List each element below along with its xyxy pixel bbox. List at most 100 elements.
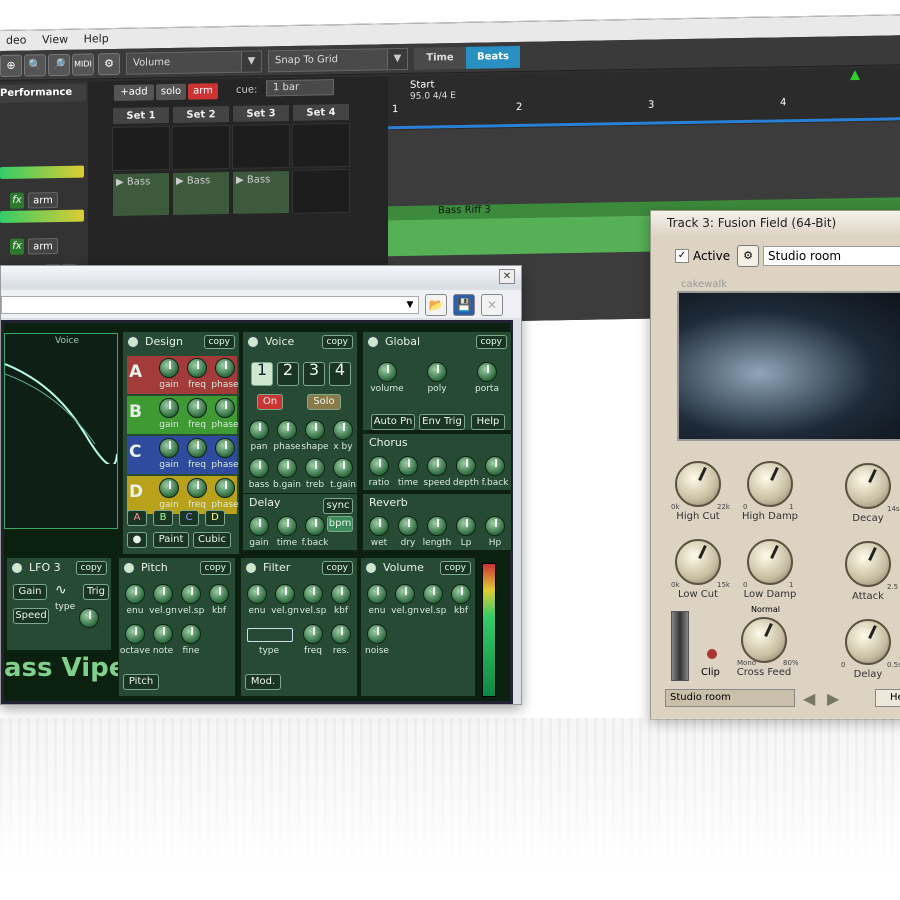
preset-dropdown[interactable]: Studio room	[763, 246, 900, 266]
knob-xby[interactable]	[333, 420, 353, 440]
loop-region[interactable]	[388, 117, 900, 130]
snap-dropdown[interactable]: Snap To Grid ▼	[268, 47, 408, 73]
zoom-in-icon[interactable]: 🔍	[24, 54, 46, 77]
clip-slot[interactable]	[112, 126, 170, 172]
paint-button[interactable]: Paint	[153, 532, 189, 548]
settings-icon[interactable]: ⚙	[737, 245, 759, 267]
knob-velsp[interactable]	[303, 584, 323, 604]
knob-gain[interactable]	[159, 358, 179, 378]
volume-dropdown[interactable]: Volume ▼	[126, 50, 262, 75]
menu-help[interactable]: Help	[78, 29, 115, 49]
power-icon[interactable]	[367, 336, 379, 348]
time-button[interactable]: Time	[414, 46, 466, 70]
knob-ratio[interactable]	[369, 456, 389, 476]
knob-speed[interactable]	[427, 456, 447, 476]
clip-slot[interactable]	[172, 124, 230, 170]
knob-Hp[interactable]	[485, 516, 505, 536]
knob-velgn[interactable]	[395, 584, 415, 604]
knob-low-cut[interactable]	[675, 539, 721, 585]
fx-button[interactable]: fx	[10, 238, 24, 255]
knob-bgain[interactable]	[277, 458, 297, 478]
midi-icon[interactable]: MIDI	[72, 53, 94, 76]
knob-gain[interactable]	[159, 438, 179, 458]
knob-phase[interactable]	[215, 478, 235, 498]
knob-high-cut[interactable]	[675, 461, 721, 507]
copy-button[interactable]: copy	[321, 561, 353, 575]
knob-tgain[interactable]	[333, 458, 353, 478]
knob-time[interactable]	[398, 456, 418, 476]
power-icon[interactable]	[11, 562, 23, 574]
knob-noise[interactable]	[367, 624, 387, 644]
knob-freq[interactable]	[187, 398, 207, 418]
knob-kbf[interactable]	[451, 584, 471, 604]
beats-button[interactable]: Beats	[466, 45, 520, 69]
auto-pan-button[interactable]: Auto Pn	[371, 414, 415, 430]
folder-icon[interactable]: 📂	[425, 294, 447, 316]
power-icon[interactable]	[127, 336, 139, 348]
arm-button[interactable]: arm	[188, 83, 218, 100]
knob-volume[interactable]	[377, 362, 397, 382]
knob-delay[interactable]	[845, 619, 891, 665]
knob-fback[interactable]	[305, 516, 325, 536]
copy-button[interactable]: copy	[199, 561, 231, 575]
next-arrow-icon[interactable]: ▶	[827, 689, 839, 708]
knob-attack[interactable]	[845, 541, 891, 587]
knob-high-damp[interactable]	[747, 461, 793, 507]
start-marker[interactable]: Start	[410, 79, 434, 90]
arm-button[interactable]: arm	[28, 237, 58, 255]
mod-button[interactable]: Mod.	[245, 674, 281, 690]
knob-decay[interactable]	[845, 463, 891, 509]
arm-button[interactable]: arm	[28, 191, 58, 209]
gear-icon[interactable]: ⚙	[98, 52, 120, 76]
voice-4-button[interactable]: 4	[329, 362, 351, 386]
power-icon[interactable]	[365, 562, 377, 574]
gain-button[interactable]: Gain	[13, 584, 47, 600]
set-4[interactable]: Set 4	[292, 102, 350, 122]
env-trig-button[interactable]: Env Trig	[419, 414, 465, 430]
lfo-knob[interactable]	[79, 608, 99, 628]
knob-shape[interactable]	[305, 420, 325, 440]
copy-button[interactable]: copy	[203, 335, 235, 349]
knob-treb[interactable]	[305, 458, 325, 478]
voice-2-button[interactable]: 2	[277, 362, 299, 386]
pitch-button[interactable]: Pitch	[123, 674, 159, 690]
knob-fback[interactable]	[485, 456, 505, 476]
zoom-icon[interactable]: ⊕	[0, 54, 22, 77]
set-3[interactable]: Set 3	[232, 103, 290, 123]
knob-fine[interactable]	[181, 624, 201, 644]
knob-kbf[interactable]	[209, 584, 229, 604]
bass-clip[interactable]: ▶ Bass	[112, 172, 170, 218]
knob-freq[interactable]	[187, 478, 207, 498]
voice-1-button[interactable]: 1	[251, 362, 273, 386]
knob-enu[interactable]	[367, 584, 387, 604]
knob-porta[interactable]	[477, 362, 497, 382]
knob-poly[interactable]	[427, 362, 447, 382]
tab-d[interactable]: D	[205, 510, 225, 526]
knob-enu[interactable]	[247, 584, 267, 604]
knob-velsp[interactable]	[423, 584, 443, 604]
bass-clip[interactable]: ▶ Bass	[232, 169, 290, 215]
knob-phase[interactable]	[277, 420, 297, 440]
preset-select[interactable]: ▼	[1, 296, 419, 314]
knob-depth[interactable]	[456, 456, 476, 476]
filter-type-shape[interactable]	[247, 628, 293, 642]
knob-wet[interactable]	[369, 516, 389, 536]
on-button[interactable]: On	[257, 394, 283, 410]
knob-freq[interactable]	[187, 358, 207, 378]
save-icon[interactable]: 💾	[453, 294, 475, 316]
power-icon[interactable]	[247, 336, 259, 348]
bass-clip[interactable]: ▶ Bass	[172, 170, 230, 216]
knob-time[interactable]	[277, 516, 297, 536]
cubic-button[interactable]: Cubic	[193, 532, 231, 548]
fx-button[interactable]: fx	[10, 192, 24, 209]
power-icon[interactable]	[123, 562, 135, 574]
knob-kbf[interactable]	[331, 584, 351, 604]
knob-gain[interactable]	[249, 516, 269, 536]
copy-button[interactable]: copy	[475, 335, 507, 349]
knob-gain[interactable]	[159, 398, 179, 418]
knob-gain[interactable]	[159, 478, 179, 498]
solo-button[interactable]: Solo	[307, 394, 341, 410]
knob-velsp[interactable]	[181, 584, 201, 604]
knob-freq[interactable]	[187, 438, 207, 458]
knob-cross-feed[interactable]	[741, 617, 787, 663]
